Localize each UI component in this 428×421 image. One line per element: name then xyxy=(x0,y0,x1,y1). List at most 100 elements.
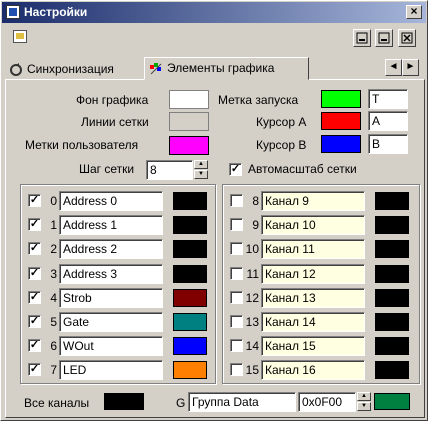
channel-name-input[interactable]: Канал 12 xyxy=(261,263,365,284)
channel-name-input[interactable]: Address 1 xyxy=(59,215,163,236)
channel-checkbox[interactable]: ✓ xyxy=(28,290,41,304)
channel-name-input[interactable]: Канал 16 xyxy=(261,360,365,381)
channel-color[interactable] xyxy=(173,313,207,331)
channel-name-input[interactable]: Канал 10 xyxy=(261,215,365,236)
tab-scroll-left-button[interactable]: ◄ xyxy=(385,59,402,76)
channel-checkbox[interactable] xyxy=(230,242,243,256)
channel-color[interactable] xyxy=(375,313,409,331)
channel-name-input[interactable]: Канал 11 xyxy=(261,239,365,260)
group-name-input[interactable]: Группа Data xyxy=(188,392,296,412)
group-value-input[interactable]: 0x0F00 xyxy=(298,392,356,412)
channel-checkbox[interactable]: ✓ xyxy=(28,339,41,353)
grid-lines-color[interactable] xyxy=(169,112,209,131)
group-value-up-button[interactable]: ▲ xyxy=(357,392,371,401)
channel-name-input[interactable]: Gate xyxy=(59,312,163,332)
channel-color[interactable] xyxy=(173,240,207,259)
grid-step-up-button[interactable]: ▲ xyxy=(194,160,208,169)
channel-row: ✓ 0 Address 0 xyxy=(21,191,215,213)
channel-name-input[interactable]: Address 0 xyxy=(59,191,163,211)
title-bar[interactable]: Настройки × xyxy=(2,2,426,23)
channel-color[interactable] xyxy=(173,361,207,380)
close-icon: × xyxy=(410,4,418,18)
cursor-b-color[interactable] xyxy=(321,135,361,153)
close-panel-button[interactable] xyxy=(398,29,416,47)
channel-checkbox[interactable]: ✓ xyxy=(28,315,41,328)
arrow-right-icon: ► xyxy=(405,61,416,72)
channel-checkbox[interactable] xyxy=(230,363,243,377)
dock-button[interactable] xyxy=(353,29,371,47)
channel-color[interactable] xyxy=(375,337,409,356)
channel-color[interactable] xyxy=(173,337,207,356)
channel-color[interactable] xyxy=(173,264,207,283)
tab-chart-elements[interactable]: Элементы графика xyxy=(144,57,309,80)
channel-row: ✓ 5 Gate xyxy=(21,312,215,334)
cursor-b-text-input[interactable]: B xyxy=(368,134,408,154)
grid-step-down-button[interactable]: ▼ xyxy=(194,170,208,179)
channel-number: 14 xyxy=(245,339,259,354)
channel-name-input[interactable]: Address 2 xyxy=(59,239,163,260)
channel-row: 8 Канал 9 xyxy=(223,191,419,213)
autoscale-checkbox[interactable]: ✓ xyxy=(229,163,242,176)
channel-name-input[interactable]: Канал 13 xyxy=(261,287,365,308)
user-marks-label: Метки пользователя xyxy=(25,138,139,152)
settings-icon[interactable] xyxy=(13,30,27,43)
group-color[interactable] xyxy=(374,393,410,410)
channel-checkbox[interactable] xyxy=(230,339,243,353)
channel-checkbox[interactable] xyxy=(230,218,243,232)
chart-bg-label: Фон графика xyxy=(76,93,149,107)
close-panel-icon xyxy=(401,32,413,44)
channel-name-input[interactable]: Address 3 xyxy=(59,263,163,284)
dock-icon xyxy=(356,32,368,44)
channel-checkbox[interactable]: ✓ xyxy=(28,194,41,207)
trigger-color[interactable] xyxy=(321,90,361,108)
channel-color[interactable] xyxy=(173,216,207,235)
chart-elements-panel: Фон графика Линии сетки Метки пользовате… xyxy=(5,79,425,418)
channel-name-input[interactable]: Канал 14 xyxy=(261,312,365,332)
channel-color[interactable] xyxy=(375,240,409,259)
tab-scroll-right-button[interactable]: ► xyxy=(402,59,419,76)
channel-number: 15 xyxy=(245,363,259,378)
channel-row: ✓ 6 WOut xyxy=(21,336,215,358)
group-value-down-button[interactable]: ▼ xyxy=(357,402,371,411)
channel-name-input[interactable]: WOut xyxy=(59,336,163,357)
channel-name-input[interactable]: Канал 9 xyxy=(261,191,365,211)
channels-group-right: 8 Канал 9 9 Канал 10 10 Канал 11 11 Канал 12 12 К… xyxy=(222,184,420,384)
channel-row: 11 Канал 12 xyxy=(223,263,419,286)
channel-name-input[interactable]: LED xyxy=(59,360,163,381)
cursor-a-color[interactable] xyxy=(321,112,361,130)
close-button[interactable]: × xyxy=(406,5,422,19)
trigger-text-input[interactable]: T xyxy=(368,89,408,109)
channel-checkbox[interactable]: ✓ xyxy=(28,242,41,256)
channel-color[interactable] xyxy=(375,288,409,307)
channel-number: 4 xyxy=(50,290,57,305)
cursor-a-text-input[interactable]: A xyxy=(368,111,408,131)
grid-step-label: Шаг сетки xyxy=(79,162,135,176)
channel-checkbox[interactable]: ✓ xyxy=(28,266,41,280)
tab-sync[interactable]: Синхронизация xyxy=(5,59,143,79)
channel-number: 9 xyxy=(252,218,259,233)
window-title: Настройки xyxy=(24,5,88,19)
channel-color[interactable] xyxy=(173,288,207,307)
channel-color[interactable] xyxy=(375,192,409,210)
user-marks-color[interactable] xyxy=(169,136,209,155)
channel-checkbox[interactable] xyxy=(230,266,243,280)
minimize-button[interactable] xyxy=(375,29,393,47)
channel-name-input[interactable]: Strob xyxy=(59,287,163,308)
channel-color[interactable] xyxy=(375,361,409,380)
channel-checkbox[interactable] xyxy=(230,315,243,328)
channel-row: 13 Канал 14 xyxy=(223,312,419,334)
chart-bg-color[interactable] xyxy=(169,90,209,109)
channel-color[interactable] xyxy=(173,192,207,210)
channel-checkbox[interactable]: ✓ xyxy=(28,363,41,377)
channel-checkbox[interactable]: ✓ xyxy=(28,218,41,232)
all-channels-color[interactable] xyxy=(104,393,144,410)
channel-number: 11 xyxy=(246,266,259,281)
channel-number: 1 xyxy=(50,218,57,233)
channel-color[interactable] xyxy=(375,216,409,235)
channel-name-input[interactable]: Канал 15 xyxy=(261,336,365,357)
channel-checkbox[interactable] xyxy=(230,194,243,207)
grid-step-input[interactable]: 8 xyxy=(146,160,193,180)
channel-checkbox[interactable] xyxy=(230,290,243,304)
channel-number: 0 xyxy=(50,194,57,208)
channel-color[interactable] xyxy=(375,264,409,283)
